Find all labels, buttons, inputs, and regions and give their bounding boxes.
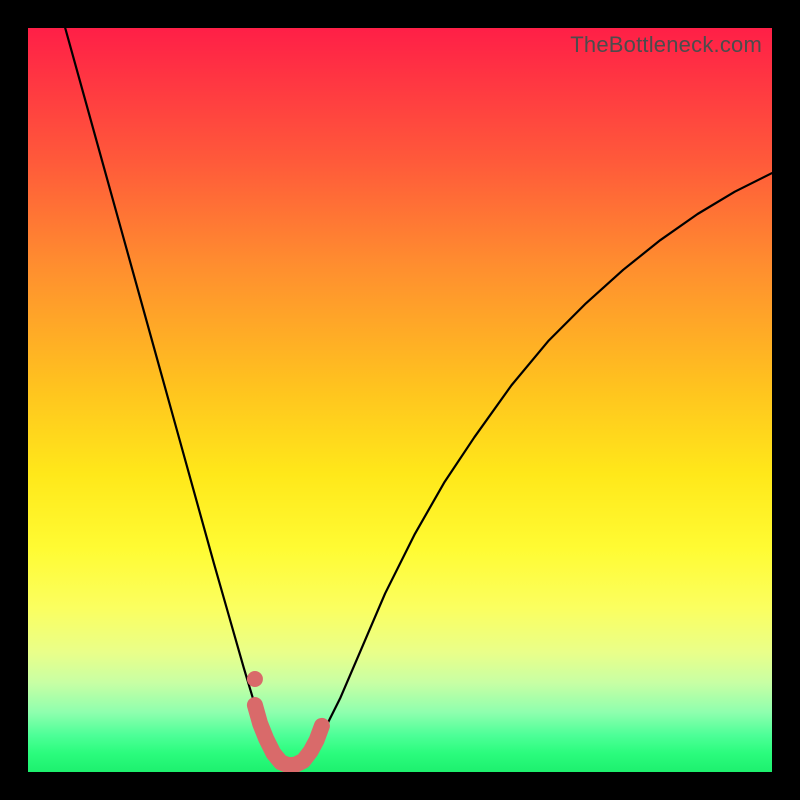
chart-area: TheBottleneck.com [28,28,772,772]
watermark-label: TheBottleneck.com [570,32,762,58]
optimal-markers [28,28,772,772]
